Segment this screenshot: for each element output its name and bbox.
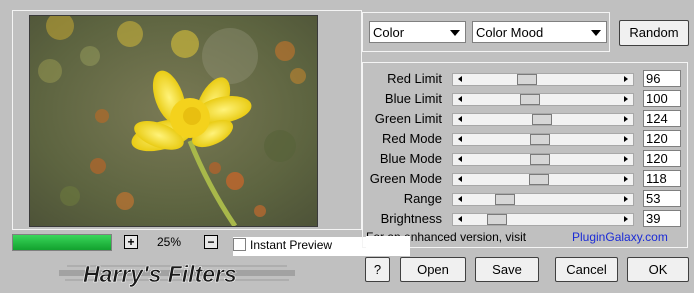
brand-logo: Harry's Filters <box>59 261 295 287</box>
blue-limit-value[interactable]: 100 <box>643 90 681 107</box>
arrow-left-icon[interactable] <box>458 156 462 162</box>
arrow-right-icon[interactable] <box>624 76 628 82</box>
red-limit-slider-thumb[interactable] <box>517 74 538 85</box>
red-limit-label: Red Limit <box>387 71 442 86</box>
zoom-out-button[interactable]: − <box>204 235 218 249</box>
blue-mode-value[interactable]: 120 <box>643 150 681 167</box>
red-limit-value[interactable]: 96 <box>643 70 681 87</box>
blue-limit-label: Blue Limit <box>384 91 442 106</box>
green-limit-label: Green Limit <box>374 111 442 126</box>
random-button[interactable]: Random <box>619 20 689 46</box>
save-button[interactable]: Save <box>475 257 539 282</box>
brightness-slider-thumb[interactable] <box>487 214 508 225</box>
blue-limit-slider-thumb[interactable] <box>519 94 540 105</box>
red-mode-slider[interactable] <box>452 133 634 146</box>
arrow-right-icon[interactable] <box>624 116 628 122</box>
arrow-right-icon[interactable] <box>624 196 628 202</box>
progress-bar <box>12 234 112 251</box>
red-mode-slider-thumb[interactable] <box>530 134 551 145</box>
green-mode-slider-thumb[interactable] <box>529 174 549 185</box>
arrow-left-icon[interactable] <box>458 136 462 142</box>
preview-frame <box>12 10 362 230</box>
progress-fill <box>13 235 111 250</box>
ok-button[interactable]: OK <box>627 257 689 282</box>
arrow-left-icon[interactable] <box>458 76 462 82</box>
zoom-level: 25% <box>157 235 182 249</box>
brightness-slider[interactable] <box>452 213 634 226</box>
blue-mode-label: Blue Mode <box>379 151 442 166</box>
filter-value: Color Mood <box>476 25 544 40</box>
arrow-left-icon[interactable] <box>458 176 462 182</box>
blue-limit-slider[interactable] <box>452 93 634 106</box>
instant-preview-label: Instant Preview <box>250 238 333 252</box>
arrow-left-icon[interactable] <box>458 196 462 202</box>
arrow-right-icon[interactable] <box>624 156 628 162</box>
instant-preview-checkbox[interactable] <box>233 238 246 251</box>
open-button[interactable]: Open <box>400 257 466 282</box>
filter-dropdown[interactable]: Color Mood <box>472 21 607 43</box>
arrow-left-icon[interactable] <box>458 116 462 122</box>
range-label: Range <box>403 191 442 206</box>
red-mode-value[interactable]: 120 <box>643 130 681 147</box>
arrow-right-icon[interactable] <box>624 136 628 142</box>
green-limit-slider-thumb[interactable] <box>532 114 553 125</box>
green-mode-label: Green Mode <box>369 171 442 186</box>
red-limit-slider[interactable] <box>452 73 634 86</box>
brand-text: Harry's Filters <box>83 261 237 287</box>
green-mode-value[interactable]: 118 <box>643 170 681 187</box>
chevron-down-icon <box>591 30 601 36</box>
chevron-down-icon <box>450 30 460 36</box>
red-mode-label: Red Mode <box>382 131 442 146</box>
brightness-value[interactable]: 39 <box>643 210 681 227</box>
category-dropdown[interactable]: Color <box>369 21 466 43</box>
arrow-right-icon[interactable] <box>624 96 628 102</box>
green-mode-slider[interactable] <box>452 173 634 186</box>
cancel-button[interactable]: Cancel <box>555 257 618 282</box>
green-limit-value[interactable]: 124 <box>643 110 681 127</box>
blue-mode-slider-thumb[interactable] <box>530 154 551 165</box>
range-value[interactable]: 53 <box>643 190 681 207</box>
plugin-galaxy-link[interactable]: PluginGalaxy.com <box>572 230 668 244</box>
instant-preview-overlay <box>366 236 410 248</box>
arrow-left-icon[interactable] <box>458 96 462 102</box>
green-limit-slider[interactable] <box>452 113 634 126</box>
arrow-right-icon[interactable] <box>624 176 628 182</box>
brightness-label: Brightness <box>380 211 442 226</box>
preview-image[interactable] <box>29 15 318 227</box>
zoom-in-button[interactable]: + <box>124 235 138 249</box>
help-button[interactable]: ? <box>365 257 390 282</box>
blue-mode-slider[interactable] <box>452 153 634 166</box>
arrow-right-icon[interactable] <box>624 216 628 222</box>
category-value: Color <box>373 25 405 40</box>
arrow-left-icon[interactable] <box>458 216 462 222</box>
range-slider-thumb[interactable] <box>494 194 515 205</box>
range-slider[interactable] <box>452 193 634 206</box>
